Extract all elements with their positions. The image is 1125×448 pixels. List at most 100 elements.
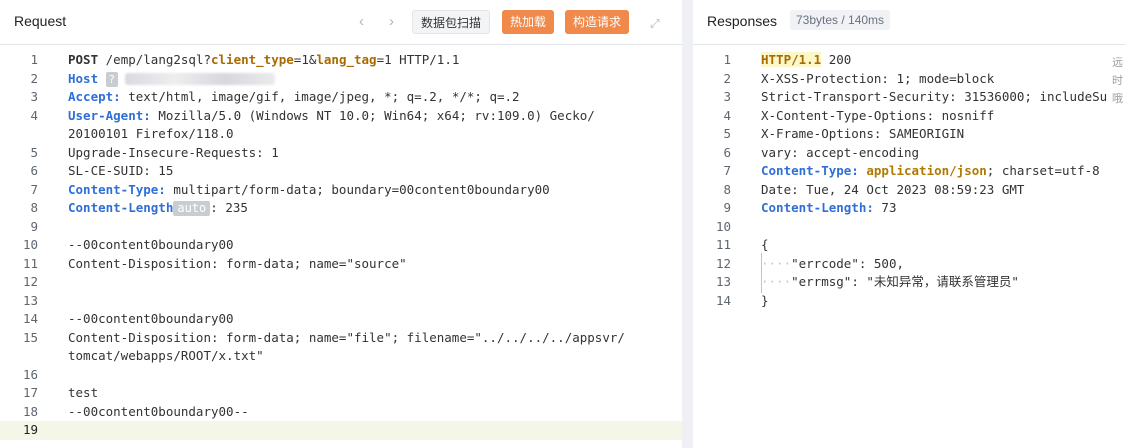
expand-icon[interactable]: ⤢ [650, 17, 660, 32]
request-line: 13 [0, 292, 682, 311]
build-request-button[interactable]: 构造请求 [565, 10, 630, 34]
line-number: 10 [715, 218, 731, 234]
request-line-text: User-Agent: Mozilla/5.0 (Windows NT 10.0… [68, 107, 595, 123]
request-line: 3 Accept: text/html, image/gif, image/jp… [0, 88, 682, 107]
response-line-text: X-Frame-Options: SAMEORIGIN [761, 126, 965, 141]
response-viewer[interactable]: 1 HTTP/1.1 200 2 X-XSS-Protection: 1; mo… [693, 44, 1125, 448]
response-line-text: Strict-Transport-Security: 31536000; inc… [761, 89, 1108, 104]
side-tooltip-char: 时 [1112, 75, 1123, 87]
request-line: 6 SL-CE-SUID: 15 [0, 162, 682, 181]
packet-scan-button[interactable]: 数据包扫描 [412, 10, 491, 34]
response-line-text: X-Content-Type-Options: nosniff [761, 107, 995, 123]
indent-guide [761, 253, 762, 293]
request-line: 14 --00content0boundary00 [0, 310, 682, 329]
line-number: 1 [30, 52, 38, 67]
line-number: 9 [30, 218, 38, 234]
line-number: 12 [715, 255, 731, 271]
response-line-text: Content-Length: 73 [761, 200, 897, 215]
request-line: 11 Content-Disposition: form-data; name=… [0, 255, 682, 274]
request-line: tomcat/webapps/ROOT/x.txt" [0, 347, 682, 366]
current-line[interactable]: 19 [0, 421, 682, 440]
response-line: 12 ····"errcode": 500, [693, 255, 1125, 274]
response-line: 13 ····"errmsg": "未知异常，请联系管理员" [693, 273, 1125, 292]
response-line: 2 X-XSS-Protection: 1; mode=block [693, 70, 1125, 89]
line-number: 19 [22, 422, 38, 437]
response-line-text: vary: accept-encoding [761, 144, 920, 160]
line-number: 6 [723, 144, 731, 160]
response-line-text: Date: Tue, 24 Oct 2023 08:59:23 GMT [761, 181, 1025, 197]
response-line-text: ····"errmsg": "未知异常，请联系管理员" [761, 274, 1019, 289]
response-line: 9 Content-Length: 73 [693, 199, 1125, 218]
request-line-text: SL-CE-SUID: 15 [68, 163, 174, 178]
request-line: 17 test [0, 384, 682, 403]
response-panel: Responses 73bytes / 140ms 1 HTTP/1.1 200… [693, 0, 1125, 448]
line-number: 3 [723, 89, 731, 104]
line-number: 1 [723, 52, 731, 67]
line-number: 7 [723, 163, 731, 178]
request-line-text: Host ? [68, 70, 276, 89]
line-number: 9 [723, 200, 731, 215]
request-line: 7 Content-Type: multipart/form-data; bou… [0, 181, 682, 200]
request-line: 15 Content-Disposition: form-data; name=… [0, 329, 682, 348]
line-number: 12 [22, 274, 38, 289]
auto-tag[interactable]: auto [173, 201, 211, 216]
redacted-host [125, 73, 276, 85]
line-number: 4 [30, 107, 38, 123]
request-panel: Request ‹ › 数据包扫描 热加载 构造请求 ⤢ 1 POST /emp… [0, 0, 682, 448]
request-line: 1 POST /emp/lang2sql?client_type=1&lang_… [0, 51, 682, 70]
line-number: 18 [22, 403, 38, 419]
line-number: 13 [715, 274, 731, 289]
line-number: 2 [30, 70, 38, 86]
response-header: Responses 73bytes / 140ms [693, 0, 1125, 45]
request-line-text: --00content0boundary00 [68, 311, 234, 326]
line-number: 11 [22, 255, 38, 271]
request-line: 16 [0, 366, 682, 385]
request-line-text: Content-Disposition: form-data; name="so… [68, 255, 407, 271]
request-line-text: 20100101 Firefox/118.0 [68, 126, 234, 141]
request-line: 18 --00content0boundary00-- [0, 403, 682, 422]
chevron-left-icon[interactable]: ‹ [359, 13, 364, 30]
request-line-text: Upgrade-Insecure-Requests: 1 [68, 144, 279, 160]
request-line: 4 User-Agent: Mozilla/5.0 (Windows NT 10… [0, 107, 682, 126]
request-header: Request ‹ › 数据包扫描 热加载 构造请求 ⤢ [0, 0, 682, 45]
json-open-brace: { [761, 237, 769, 252]
response-line: 5 X-Frame-Options: SAMEORIGIN [693, 125, 1125, 144]
request-line: 12 [0, 273, 682, 292]
response-line: 14 } [693, 292, 1125, 311]
line-number: 15 [22, 329, 38, 345]
line-number: 10 [22, 237, 38, 252]
line-number: 7 [30, 181, 38, 197]
line-number: 14 [22, 311, 38, 326]
request-line-text: Content-Type: multipart/form-data; bound… [68, 181, 550, 197]
request-line-text: Content-Length auto: 235 [68, 200, 248, 216]
response-line: 7 Content-Type: application/json; charse… [693, 162, 1125, 181]
line-number: 5 [30, 144, 38, 160]
request-editor[interactable]: 1 POST /emp/lang2sql?client_type=1&lang_… [0, 44, 682, 448]
line-number: 8 [723, 181, 731, 197]
line-number: 11 [715, 237, 731, 252]
hot-load-button[interactable]: 热加载 [502, 10, 555, 34]
request-line-text: --00content0boundary00 [68, 237, 234, 252]
line-number: 8 [30, 200, 38, 215]
line-number: 5 [723, 126, 731, 141]
response-line-text: X-XSS-Protection: 1; mode=block [761, 70, 995, 86]
line-number: 17 [22, 385, 38, 400]
response-line-text: HTTP/1.1 200 [761, 52, 852, 67]
line-number: 6 [30, 163, 38, 178]
side-tooltip-char: 远 [1112, 57, 1123, 69]
request-line-text: Content-Disposition: form-data; name="fi… [68, 329, 625, 345]
json-close-brace: } [761, 292, 769, 308]
request-line: 2 Host ? [0, 70, 682, 89]
request-line-text: test [68, 385, 99, 400]
request-line: 8 Content-Length auto: 235 [0, 199, 682, 218]
response-line: 3 Strict-Transport-Security: 31536000; i… [693, 88, 1125, 107]
chevron-right-icon[interactable]: › [389, 13, 394, 30]
response-line: 1 HTTP/1.1 200 [693, 51, 1125, 70]
response-line: 11 { [693, 236, 1125, 255]
request-line-text: --00content0boundary00-- [68, 403, 249, 419]
response-meta: 73bytes / 140ms [790, 10, 891, 30]
request-title: Request [14, 13, 67, 29]
line-number: 2 [723, 70, 731, 86]
request-line: 5 Upgrade-Insecure-Requests: 1 [0, 144, 682, 163]
request-line-text: Accept: text/html, image/gif, image/jpeg… [68, 89, 520, 104]
